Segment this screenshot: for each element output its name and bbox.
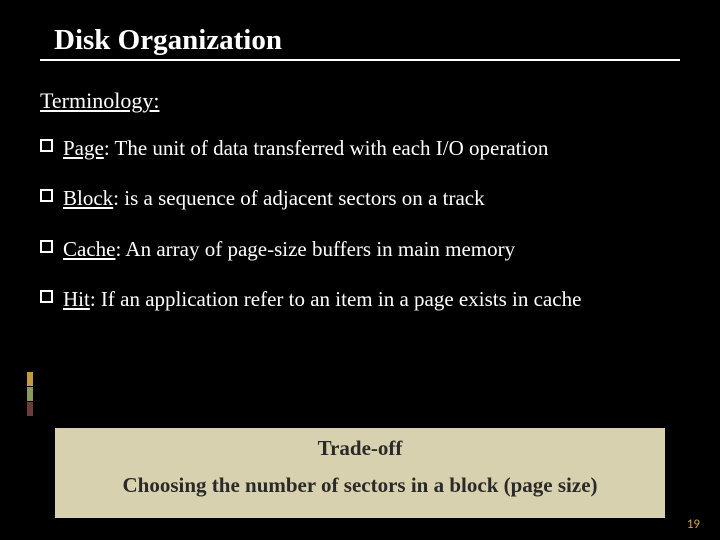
content-area: Terminology: Page: The unit of data tran… — [40, 88, 680, 335]
bullet-def: : The unit of data transferred with each… — [104, 136, 549, 160]
page-number: 19 — [687, 517, 700, 532]
square-bullet-icon — [40, 240, 53, 253]
square-bullet-icon — [40, 189, 53, 202]
title-underline — [40, 59, 680, 61]
slide-title: Disk Organization — [54, 24, 282, 56]
title-bar: Disk Organization — [40, 24, 680, 61]
bullet-term: Cache — [63, 237, 115, 261]
bullet-text: Hit: If an application refer to an item … — [63, 285, 680, 313]
bullet-term: Page — [63, 136, 104, 160]
bullet-term: Hit — [63, 287, 90, 311]
bullet-term: Block — [63, 186, 113, 210]
bullet-def: : An array of page-size buffers in main … — [115, 237, 515, 261]
terminology-heading: Terminology: — [40, 88, 680, 114]
accent-stripes-icon — [27, 372, 33, 417]
tradeoff-box: Trade-off Choosing the number of sectors… — [55, 428, 665, 518]
title-marker-icon — [40, 26, 48, 56]
bullet-item-cache: Cache: An array of page-size buffers in … — [40, 235, 680, 263]
bullet-text: Block: is a sequence of adjacent sectors… — [63, 184, 680, 212]
bullet-item-hit: Hit: If an application refer to an item … — [40, 285, 680, 313]
bullet-def: : is a sequence of adjacent sectors on a… — [113, 186, 484, 210]
stripe — [27, 402, 33, 416]
bullet-text: Page: The unit of data transferred with … — [63, 134, 680, 162]
slide: Disk Organization Terminology: Page: The… — [0, 0, 720, 540]
stripe — [27, 372, 33, 386]
tradeoff-heading: Trade-off — [69, 436, 651, 461]
bullet-list: Page: The unit of data transferred with … — [40, 134, 680, 313]
bullet-def: : If an application refer to an item in … — [90, 287, 582, 311]
bullet-item-page: Page: The unit of data transferred with … — [40, 134, 680, 162]
stripe — [27, 387, 33, 401]
bullet-item-block: Block: is a sequence of adjacent sectors… — [40, 184, 680, 212]
square-bullet-icon — [40, 139, 53, 152]
bullet-text: Cache: An array of page-size buffers in … — [63, 235, 680, 263]
tradeoff-body: Choosing the number of sectors in a bloc… — [69, 473, 651, 498]
square-bullet-icon — [40, 290, 53, 303]
